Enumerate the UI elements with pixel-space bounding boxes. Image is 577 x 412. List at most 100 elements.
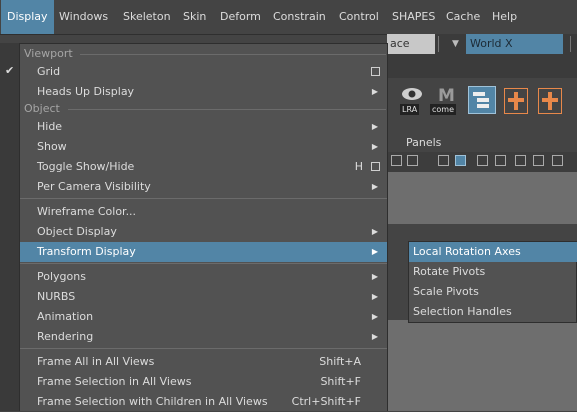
submenu-item-selection-handles[interactable]: Selection Handles [409, 302, 577, 322]
come-label: come [430, 104, 457, 115]
menu-item-label: Toggle Show/Hide [37, 160, 135, 173]
camera-icon[interactable] [391, 155, 402, 166]
menu-bar: Display Windows Skeleton Skin Deform Con… [0, 0, 577, 35]
menu-item-grid[interactable]: Grid [20, 62, 387, 82]
toolbar-separator [438, 36, 439, 52]
wireframe-icon[interactable] [438, 155, 449, 166]
submenu-item-label: Selection Handles [413, 305, 512, 318]
option-box-icon[interactable] [371, 67, 380, 76]
menu-item-label: Hide [37, 120, 63, 133]
xray-icon[interactable] [515, 155, 526, 166]
checkmark-icon: ✔ [5, 64, 15, 77]
panels-menu[interactable]: Panels [406, 134, 441, 152]
menu-skeleton[interactable]: Skeleton [117, 0, 177, 34]
section-divider [80, 54, 386, 55]
lra-shelf-button[interactable]: LRA [400, 85, 424, 115]
submenu-item-label: Scale Pivots [413, 285, 479, 298]
joint-shelf-button[interactable] [504, 88, 528, 114]
menu-item-transform-display[interactable]: Transform Display ▶ [20, 242, 387, 262]
submenu-arrow-icon: ▶ [371, 122, 378, 131]
menu-skin[interactable]: Skin [177, 0, 212, 34]
menu-item-polygons[interactable]: Polygons ▶ [20, 267, 387, 287]
textured-icon[interactable] [477, 155, 488, 166]
shortcut-label: Ctrl+Shift+F [291, 395, 361, 408]
menu-item-nurbs[interactable]: NURBS ▶ [20, 287, 387, 307]
submenu-arrow-icon: ▶ [371, 247, 378, 256]
menu-control[interactable]: Control [333, 0, 385, 34]
eye-icon [402, 88, 422, 100]
menu-item-rendering[interactable]: Rendering ▶ [20, 327, 387, 347]
section-object: Object [24, 102, 60, 115]
menu-item-label: NURBS [37, 290, 76, 303]
option-box-icon[interactable] [371, 162, 380, 171]
viewport-divider [387, 224, 577, 242]
menu-item-label: Frame Selection in All Views [37, 375, 192, 388]
come-shelf-button[interactable]: M come [430, 85, 462, 115]
shaded-icon[interactable] [455, 155, 466, 166]
submenu-arrow-icon: ▶ [371, 142, 378, 151]
menu-item-per-camera-visibility[interactable]: Per Camera Visibility ▶ [20, 177, 387, 197]
text-icon[interactable] [407, 155, 418, 166]
menu-item-label: Transform Display [37, 245, 136, 258]
menu-item-label: Frame All in All Views [37, 355, 155, 368]
menu-item-label: Polygons [37, 270, 86, 283]
menu-display[interactable]: Display [1, 0, 54, 34]
submenu-item-rotate-pivots[interactable]: Rotate Pivots [409, 262, 577, 282]
viewport[interactable] [387, 172, 577, 224]
submenu-arrow-icon: ▶ [371, 227, 378, 236]
menu-item-object-display[interactable]: Object Display ▶ [20, 222, 387, 242]
menu-item-toggle-show-hide[interactable]: Toggle Show/Hide H [20, 157, 387, 177]
section-viewport: Viewport [24, 47, 73, 60]
menu-windows[interactable]: Windows [53, 0, 114, 34]
menu-divider [20, 348, 387, 349]
outliner-shelf-button[interactable] [468, 86, 496, 114]
menu-cache[interactable]: Cache [440, 0, 486, 34]
menu-deform[interactable]: Deform [214, 0, 267, 34]
ik-icon [542, 92, 558, 110]
section-divider [68, 109, 386, 110]
menu-item-label: Show [37, 140, 67, 153]
lra-label: LRA [400, 104, 420, 115]
menu-item-label: Rendering [37, 330, 94, 343]
menu-constrain[interactable]: Constrain [267, 0, 332, 34]
menu-shapes[interactable]: SHAPES [386, 0, 441, 34]
menu-item-label: Animation [37, 310, 94, 323]
submenu-arrow-icon: ▶ [371, 292, 378, 301]
menu-item-label: Per Camera Visibility [37, 180, 151, 193]
submenu-item-local-rotation-axes[interactable]: Local Rotation Axes [409, 242, 577, 262]
shadow-icon[interactable] [552, 155, 563, 166]
menu-item-frame-selection[interactable]: Frame Selection in All Views Shift+F [20, 372, 387, 392]
menu-item-hide[interactable]: Hide ▶ [20, 117, 387, 137]
joint-icon [508, 92, 524, 110]
submenu-item-scale-pivots[interactable]: Scale Pivots [409, 282, 577, 302]
menu-divider [20, 198, 387, 199]
ik-shelf-button[interactable] [538, 88, 562, 114]
submenu-item-label: Rotate Pivots [413, 265, 486, 278]
panel-menu-bar: Panels [387, 134, 577, 152]
menu-item-wireframe-color[interactable]: Wireframe Color... [20, 202, 387, 222]
menu-item-show[interactable]: Show ▶ [20, 137, 387, 157]
viewport-lower[interactable] [387, 320, 577, 411]
m-logo-icon: M [438, 86, 455, 106]
menu-divider [20, 263, 387, 264]
world-axis-dropdown[interactable]: World X [466, 34, 563, 54]
light-icon[interactable] [533, 155, 544, 166]
shortcut-label: H [354, 160, 363, 173]
smooth-icon[interactable] [495, 155, 506, 166]
submenu-arrow-icon: ▶ [371, 182, 378, 191]
menu-item-frame-all[interactable]: Frame All in All Views Shift+A [20, 352, 387, 372]
menu-item-frame-selection-children[interactable]: Frame Selection with Children in All Vie… [20, 392, 387, 412]
menu-item-animation[interactable]: Animation ▶ [20, 307, 387, 327]
submenu-arrow-icon: ▶ [371, 312, 378, 321]
chevron-down-icon[interactable]: ▼ [452, 34, 459, 54]
menu-item-label: Frame Selection with Children in All Vie… [37, 395, 268, 408]
submenu-arrow-icon: ▶ [371, 87, 378, 96]
svg-text:M: M [438, 86, 455, 103]
menu-help[interactable]: Help [486, 0, 523, 34]
menu-check-gutter [0, 43, 19, 411]
shortcut-label: Shift+A [319, 355, 361, 368]
menu-item-label: Heads Up Display [37, 85, 135, 98]
submenu-arrow-icon: ▶ [371, 272, 378, 281]
menu-item-heads-up-display[interactable]: Heads Up Display ▶ [20, 82, 387, 102]
space-field[interactable]: ace [387, 34, 435, 54]
